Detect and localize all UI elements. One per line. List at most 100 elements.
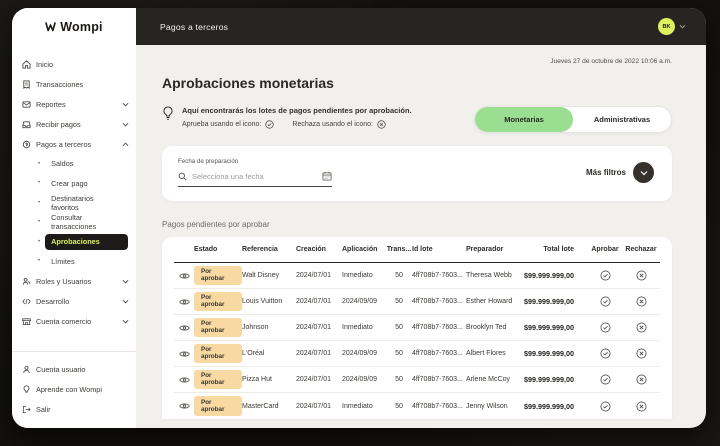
sidebar-item-limites[interactable]: • Límites: [22, 252, 129, 272]
approve-hint-text: Aprueba usando el icono:: [182, 121, 261, 128]
cell-aplicacion: Inmediato: [342, 324, 386, 331]
status-badge: Por aprobar: [194, 396, 242, 416]
reject-button-icon[interactable]: [636, 348, 647, 359]
users-icon: [22, 277, 31, 286]
view-details-eye-icon[interactable]: [179, 272, 190, 280]
approvals-table: Estado Referencia Creación Aplicación Tr…: [162, 237, 672, 419]
reject-button-icon[interactable]: [636, 322, 647, 333]
cell-total-lote: $99.999.999,00: [524, 323, 588, 332]
sidebar-item-label: Saldos: [45, 156, 81, 172]
cell-aplicacion: 2024/09/09: [342, 298, 386, 305]
reject-button-icon[interactable]: [636, 296, 647, 307]
sidebar-item-desarrollo[interactable]: Desarrollo: [22, 291, 129, 311]
sidebar-bottom: Cuenta usuario Aprende con Wompi Salir: [12, 351, 136, 428]
approve-button-icon[interactable]: [600, 374, 611, 385]
cell-aplicacion: 2024/09/09: [342, 350, 386, 357]
reject-button-icon[interactable]: [636, 374, 647, 385]
sidebar-item-label: Reportes: [36, 100, 66, 109]
reject-hint-text: Rechaza usando el icono:: [292, 121, 373, 128]
store-icon: [22, 317, 31, 326]
cell-preparador: Jenny Wilson: [466, 403, 522, 410]
more-filters-button[interactable]: Más filtros: [586, 162, 654, 183]
date-filter-field[interactable]: [178, 171, 332, 187]
cell-preparador: Theresa Webb: [466, 272, 522, 279]
table-row: Por aprobar Pizza Hut 2024/07/01 2024/09…: [174, 367, 660, 393]
view-details-eye-icon[interactable]: [179, 324, 190, 332]
approve-button-icon[interactable]: [600, 348, 611, 359]
chevron-down-icon: [122, 279, 129, 284]
cell-total-lote: $99.999.999,00: [524, 349, 588, 358]
view-details-eye-icon[interactable]: [179, 376, 190, 384]
sidebar-item-cuenta-comercio[interactable]: Cuenta comercio: [22, 311, 129, 331]
table-section-title: Pagos pendientes por aprobar: [162, 220, 672, 229]
approve-button-icon[interactable]: [600, 401, 611, 412]
cell-preparador: Esther Howard: [466, 298, 522, 305]
bullet-dot: •: [38, 180, 40, 186]
approve-button-icon[interactable]: [600, 270, 611, 281]
cell-referencia: Walt Disney: [242, 272, 296, 279]
avatar[interactable]: BK: [658, 18, 675, 35]
bullet-dot: •: [38, 239, 40, 245]
sidebar-item-pagos-a-terceros[interactable]: Pagos a terceros: [22, 134, 129, 154]
view-details-eye-icon[interactable]: [179, 298, 190, 306]
cell-creacion: 2024/07/01: [296, 376, 342, 383]
sidebar-item-cuenta-usuario[interactable]: Cuenta usuario: [22, 359, 129, 379]
cell-total-lote: $99.999.999,00: [524, 402, 588, 411]
cell-id-lote: 4ff708b7-7603...: [412, 403, 466, 410]
approve-button-icon[interactable]: [600, 296, 611, 307]
cell-creacion: 2024/07/01: [296, 272, 342, 279]
sidebar-item-saldos[interactable]: • Saldos: [22, 154, 129, 174]
sidebar-item-label: Desarrollo: [36, 297, 69, 306]
cell-referencia: MasterCard: [242, 403, 296, 410]
cell-creacion: 2024/07/01: [296, 298, 342, 305]
topbar: Pagos a terceros BK: [136, 8, 706, 45]
app-window: Wompi Inicio Transacciones Reportes Reci…: [12, 8, 706, 428]
sidebar-item-reportes[interactable]: Reportes: [22, 94, 129, 114]
cell-id-lote: 4ff708b7-7603...: [412, 324, 466, 331]
reject-button-icon[interactable]: [636, 401, 647, 412]
sidebar-item-inicio[interactable]: Inicio: [22, 54, 129, 74]
tab-administrativas[interactable]: Administrativas: [573, 107, 671, 132]
status-badge: Por aprobar: [194, 292, 242, 312]
sidebar-item-consultar-transacciones[interactable]: • Consultar transacciones: [22, 213, 129, 233]
cell-trans: 50: [395, 324, 403, 331]
cell-referencia: Pizza Hut: [242, 376, 296, 383]
logout-icon: [22, 405, 31, 414]
calendar-icon[interactable]: [322, 171, 332, 181]
sidebar-item-label: Crear pago: [45, 176, 96, 192]
cell-referencia: L'Oréal: [242, 350, 296, 357]
reject-button-icon[interactable]: [636, 270, 647, 281]
sidebar-item-label: Aprende con Wompi: [36, 385, 102, 394]
cell-id-lote: 4ff708b7-7603...: [412, 350, 466, 357]
send-money-icon: [22, 140, 31, 149]
date-filter-input[interactable]: [192, 172, 317, 181]
sidebar-item-label: Límites: [45, 254, 83, 270]
cell-trans: 50: [395, 350, 403, 357]
user-menu[interactable]: BK: [658, 18, 686, 35]
sidebar-item-roles-usuarios[interactable]: Roles y Usuarios: [22, 271, 129, 291]
chevron-down-icon[interactable]: [679, 24, 686, 29]
view-details-eye-icon[interactable]: [179, 402, 190, 410]
table-body: Por aprobar Walt Disney 2024/07/01 Inmed…: [174, 263, 660, 419]
home-icon: [22, 60, 31, 69]
status-badge: Por aprobar: [194, 344, 242, 364]
col-preparador: Preparador: [466, 246, 522, 253]
approve-button-icon[interactable]: [600, 322, 611, 333]
sidebar-item-salir[interactable]: Salir: [22, 399, 129, 419]
sidebar-item-label: Transacciones: [36, 80, 83, 89]
filters-card: Fecha de preparación Más filtros: [162, 146, 672, 201]
page-title: Aprobaciones monetarias: [162, 75, 672, 91]
col-total-lote: Total lote: [543, 246, 588, 253]
sidebar-item-recibir-pagos[interactable]: Recibir pagos: [22, 114, 129, 134]
sidebar-item-aprende-con-wompi[interactable]: Aprende con Wompi: [22, 379, 129, 399]
bullet-dot: •: [38, 200, 40, 206]
cell-preparador: Arlene McCoy: [466, 376, 522, 383]
sidebar-item-aprobaciones[interactable]: • Aprobaciones: [22, 232, 129, 252]
sidebar-item-transacciones[interactable]: Transacciones: [22, 74, 129, 94]
tab-monetarias[interactable]: Monetarias: [475, 107, 573, 132]
check-circle-icon: [265, 120, 274, 129]
view-details-eye-icon[interactable]: [179, 350, 190, 358]
sidebar-item-label: Inicio: [36, 60, 53, 69]
cell-aplicacion: Inmediato: [342, 272, 386, 279]
mail-icon: [22, 100, 31, 109]
